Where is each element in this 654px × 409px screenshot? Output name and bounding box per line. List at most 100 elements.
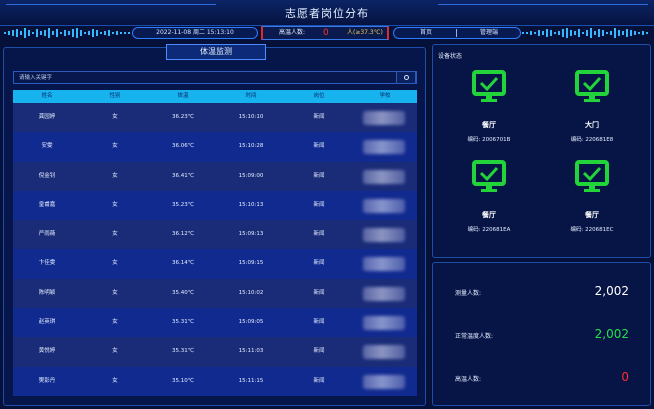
cell-post: 新闻 — [313, 114, 325, 120]
column-header-time: 时间 — [245, 93, 257, 99]
cell-gender: 女 — [112, 231, 118, 238]
cell-gender: 女 — [112, 172, 118, 179]
cell-gender: 女 — [112, 201, 118, 208]
table-row[interactable]: 赵英琪 女 35.31℃ 15:09:05 新闻 — [13, 308, 417, 338]
cell-name: 陈明颖 — [38, 289, 56, 296]
school-redacted-image — [363, 257, 405, 272]
cell-time: 15:09:00 — [238, 172, 264, 179]
cell-temp: 36.14℃ — [172, 260, 194, 267]
normal-temp-label: 正常温度人数: — [455, 333, 494, 340]
nav-divider — [456, 29, 457, 37]
search-icon — [404, 75, 409, 80]
column-header-name: 姓名 — [41, 93, 53, 99]
cell-temp: 35.31℃ — [172, 319, 194, 326]
cell-temp: 36.06℃ — [172, 143, 194, 150]
monitor-check-icon — [472, 160, 506, 192]
high-temp-stat-label: 高温人数: — [455, 376, 482, 383]
cell-time: 15:10:28 — [238, 143, 264, 150]
waveform-decoration-right — [522, 28, 648, 38]
table-row[interactable]: 严雨薇 女 36.12℃ 15:09:13 新闻 — [13, 220, 417, 250]
cell-time: 15:09:15 — [238, 260, 264, 267]
column-header-post: 岗位 — [313, 93, 325, 99]
cell-time: 15:10:13 — [238, 201, 264, 208]
table-row[interactable]: 安雯 女 36.06℃ 15:10:28 新闻 — [13, 132, 417, 162]
search-button[interactable] — [396, 71, 416, 84]
cell-post: 新闻 — [313, 201, 325, 208]
cell-name: 龚园婷 — [38, 114, 56, 120]
cell-post: 新闻 — [313, 319, 325, 326]
nav-home-link[interactable]: 首页 — [420, 28, 432, 38]
cell-post: 新闻 — [313, 143, 325, 150]
high-temp-alert: 高温人数: 0 人(≥37.3℃) — [261, 26, 389, 40]
search-bar: 请输入关键字 — [13, 71, 417, 84]
cell-name: 赵英琪 — [38, 319, 56, 326]
temperature-table: 姓名 性别 体温 时间 岗位 学校 龚园婷 女 36.23℃ 15:10:10 … — [13, 90, 417, 396]
device-code: 编码: 220681E8 — [570, 137, 614, 143]
monitor-check-icon — [575, 160, 609, 192]
nav-manage-link[interactable]: 管理端 — [480, 28, 498, 38]
table-header: 姓名 性别 体温 时间 岗位 学校 — [13, 90, 417, 103]
table-row[interactable]: 陈明颖 女 35.40℃ 15:10:02 新闻 — [13, 278, 417, 309]
table-row[interactable]: 卞佳雯 女 36.14℃ 15:09:15 新闻 — [13, 249, 417, 279]
cell-post: 新闻 — [313, 231, 325, 238]
school-redacted-image — [363, 286, 405, 301]
table-row[interactable]: 黄悦婷 女 35.31℃ 15:11:03 新闻 — [13, 337, 417, 367]
measured-count-label: 测量人数: — [455, 290, 482, 297]
table-row[interactable]: 龚园婷 女 36.23℃ 15:10:10 新闻 — [13, 103, 417, 133]
device-name: 餐厅 — [482, 211, 496, 219]
device-name: 餐厅 — [585, 211, 599, 219]
search-input[interactable]: 请输入关键字 — [19, 72, 52, 84]
cell-time: 15:10:10 — [238, 114, 264, 120]
cell-temp: 35.10℃ — [172, 377, 194, 384]
column-header-temp: 体温 — [177, 93, 189, 99]
cell-gender: 女 — [112, 319, 118, 326]
cell-temp: 36.12℃ — [172, 231, 194, 238]
cell-gender: 女 — [112, 143, 118, 150]
cell-gender: 女 — [112, 348, 118, 355]
cell-name: 严雨薇 — [38, 231, 56, 238]
cell-name: 卞佳雯 — [38, 260, 56, 267]
device-code: 编码: 2006701B — [467, 137, 511, 143]
cell-temp: 36.41℃ — [172, 172, 194, 179]
device-code: 编码: 220681EC — [570, 227, 614, 233]
cell-name: 倪金钊 — [38, 172, 56, 179]
cell-gender: 女 — [112, 377, 118, 384]
cell-temp: 35.23℃ — [172, 201, 194, 208]
school-redacted-image — [363, 345, 405, 360]
cell-school — [353, 308, 417, 337]
cell-school — [353, 162, 417, 191]
normal-temp-value: 2,002 — [594, 327, 629, 341]
cell-name: 皇甫嘉 — [38, 201, 56, 208]
cell-school — [353, 191, 417, 220]
table-row[interactable]: 樊彭丹 女 35.10℃ 15:11:15 新闻 — [13, 366, 417, 396]
cell-time: 15:11:15 — [238, 377, 264, 384]
cell-time: 15:11:03 — [238, 348, 264, 355]
cell-temp: 35.31℃ — [172, 348, 194, 355]
cell-school — [353, 337, 417, 366]
column-header-gender: 性别 — [109, 93, 121, 99]
cell-time: 15:10:02 — [238, 289, 264, 296]
school-redacted-image — [363, 228, 405, 243]
cell-school — [353, 279, 417, 308]
cell-gender: 女 — [112, 114, 118, 120]
cell-name: 黄悦婷 — [38, 348, 56, 355]
table-row[interactable]: 皇甫嘉 女 35.23℃ 15:10:13 新闻 — [13, 190, 417, 221]
device-name: 大门 — [585, 121, 599, 129]
cell-school — [353, 220, 417, 249]
cell-time: 15:09:13 — [238, 231, 264, 238]
cell-post: 新闻 — [313, 289, 325, 296]
device-name: 餐厅 — [482, 121, 496, 129]
monitor-check-icon — [575, 70, 609, 102]
cell-temp: 35.40℃ — [172, 289, 194, 296]
nav-pill: 首页 管理端 — [393, 27, 521, 39]
high-temp-count: 0 — [323, 28, 329, 38]
page-title: 志愿者岗位分布 — [285, 7, 369, 20]
normal-temp-stat: 正常温度人数: 2,002 — [455, 327, 635, 343]
table-row[interactable]: 倪金钊 女 36.41℃ 15:09:00 新闻 — [13, 161, 417, 191]
waveform-decoration-left — [4, 28, 130, 38]
tab-temperature-monitor[interactable]: 体温监测 — [166, 44, 266, 60]
school-redacted-image — [363, 111, 405, 125]
cell-post: 新闻 — [313, 377, 325, 384]
column-header-school: 学校 — [379, 93, 391, 99]
school-redacted-image — [363, 198, 405, 213]
